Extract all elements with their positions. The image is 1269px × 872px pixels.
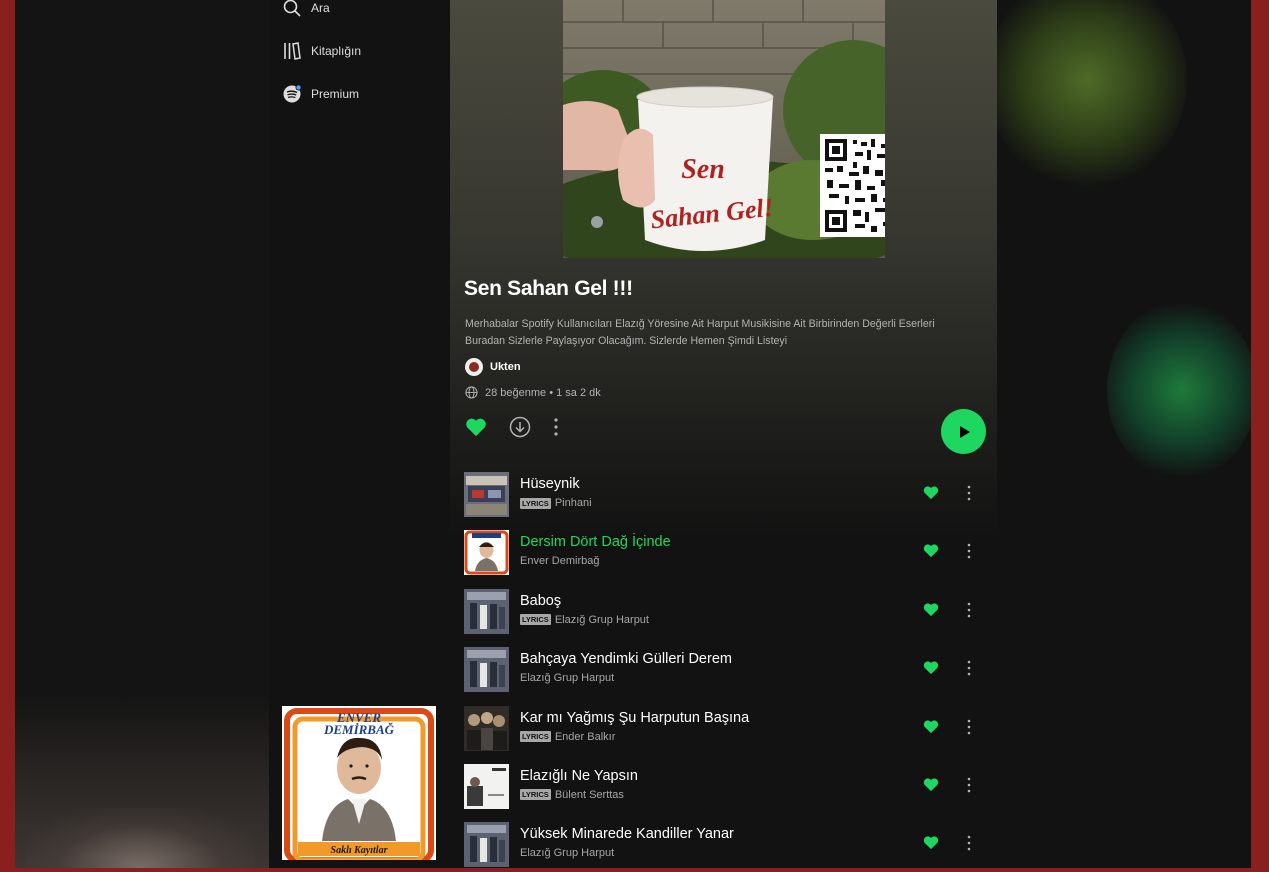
lyrics-badge: LYRICS <box>520 497 551 509</box>
spotify-premium-icon <box>283 84 302 103</box>
track-title: Bahçaya Yendimki Gülleri Derem <box>520 651 732 668</box>
track-thumbnail <box>464 472 509 517</box>
lyrics-badge: LYRICS <box>520 731 551 743</box>
track-row[interactable]: Dersim Dört Dağ İçinde Enver Demirbağ <box>464 530 994 588</box>
playlist-meta: 28 beğenme • 1 sa 2 dk <box>465 386 601 399</box>
sidebar: Ara Kitaplığın Premium ENVER DEMİRBAĞ Sa… <box>269 0 450 868</box>
likes-duration: 28 beğenme • 1 sa 2 dk <box>485 386 601 399</box>
playlist-description: Merhabalar Spotify Kullanıcıları Elazığ … <box>465 318 935 347</box>
owner-name: Ukten <box>490 361 521 373</box>
more-vertical-icon <box>554 418 558 436</box>
heart-icon[interactable] <box>923 602 939 617</box>
nav-search[interactable]: Ara <box>282 0 330 18</box>
track-artist[interactable]: Enver Demirbağ <box>520 555 599 567</box>
globe-icon <box>465 386 478 399</box>
download-button[interactable] <box>509 416 531 438</box>
heart-icon[interactable] <box>923 777 939 792</box>
playlist-actions <box>465 416 559 438</box>
more-vertical-icon[interactable] <box>967 835 971 851</box>
like-playlist-button[interactable] <box>465 417 487 437</box>
more-vertical-icon[interactable] <box>967 485 971 501</box>
play-icon <box>959 425 970 438</box>
track-title: Hüseynik <box>520 476 580 492</box>
track-thumbnail <box>464 647 509 693</box>
track-thumbnail <box>464 705 509 751</box>
track-row[interactable]: Elazığlı Ne Yapsın LYRICS Bülent Serttas <box>464 763 994 822</box>
green-glow <box>997 0 1187 190</box>
track-row[interactable]: Hüseynik LYRICS Pinhani <box>464 472 994 530</box>
track-list: Hüseynik LYRICS Pinhani Dersim Dört Dağ İ… <box>464 472 994 868</box>
search-icon <box>283 0 301 17</box>
track-thumbnail <box>464 763 509 809</box>
left-blurred-background <box>15 0 269 868</box>
track-title: Elazığlı Ne Yapsın <box>520 767 638 784</box>
lyrics-badge: LYRICS <box>520 789 551 801</box>
art-artist-line2: DEMİRBAĞ <box>323 722 395 737</box>
heart-icon[interactable] <box>923 835 939 850</box>
track-row[interactable]: Baboş LYRICS Elazığ Grup Harput <box>464 588 994 647</box>
track-title: Baboş <box>520 592 562 609</box>
right-blurred-background <box>997 0 1251 868</box>
track-row[interactable]: Bahçaya Yendimki Gülleri Derem Elazığ Gr… <box>464 647 994 705</box>
more-options-button[interactable] <box>553 417 559 437</box>
download-icon <box>509 416 531 438</box>
track-title: Kar mı Yağmış Şu Harputun Başına <box>520 709 750 726</box>
lyrics-badge: LYRICS <box>520 614 551 626</box>
more-vertical-icon[interactable] <box>967 543 971 559</box>
playlist-owner[interactable]: Ukten <box>465 358 521 376</box>
nav-library-label: Kitaplığın <box>311 44 362 58</box>
track-title: Yüksek Minarede Kandiller Yanar <box>520 826 734 843</box>
heart-icon[interactable] <box>923 543 939 558</box>
playlist-title: Sen Sahan Gel !!! <box>464 277 633 300</box>
cover-text-line1: Sen <box>681 154 725 185</box>
playlist-view: Sen Sahan Gel! Sen Sahan Gel !!! Merhaba… <box>450 0 997 868</box>
more-vertical-icon[interactable] <box>967 660 971 676</box>
track-artist[interactable]: Pinhani <box>555 497 592 509</box>
track-thumbnail <box>464 588 509 634</box>
avatar <box>465 358 483 376</box>
heart-icon <box>466 418 486 437</box>
play-button[interactable] <box>941 409 986 454</box>
heart-icon[interactable] <box>923 485 939 500</box>
nav-premium[interactable]: Premium <box>282 84 359 104</box>
track-artist[interactable]: Elazığ Grup Harput <box>520 847 614 859</box>
track-artist[interactable]: Elazığ Grup Harput <box>555 614 649 626</box>
track-artist[interactable]: Elazığ Grup Harput <box>520 672 614 684</box>
nav-library[interactable]: Kitaplığın <box>282 41 361 61</box>
more-vertical-icon[interactable] <box>967 602 971 618</box>
track-thumbnail <box>464 822 509 868</box>
track-artist[interactable]: Bülent Serttas <box>555 789 624 801</box>
library-icon <box>284 42 301 60</box>
nav-search-label: Ara <box>311 1 330 15</box>
nav-premium-label: Premium <box>311 87 360 101</box>
more-vertical-icon[interactable] <box>967 777 971 793</box>
art-footer: Saklı Kayıtlar <box>331 845 388 856</box>
track-artist[interactable]: Ender Balkır <box>555 731 616 743</box>
track-row[interactable]: Yüksek Minarede Kandiller Yanar Elazığ G… <box>464 822 994 868</box>
playlist-cover-image: Sen Sahan Gel! <box>563 0 885 258</box>
more-vertical-icon[interactable] <box>967 719 971 735</box>
track-title: Dersim Dört Dağ İçinde <box>520 534 671 551</box>
heart-icon[interactable] <box>923 719 939 734</box>
track-row[interactable]: Kar mı Yağmış Şu Harputun Başına LYRICS E… <box>464 705 994 764</box>
green-glow <box>1107 300 1251 480</box>
heart-icon[interactable] <box>923 660 939 675</box>
track-thumbnail <box>464 530 509 576</box>
now-playing-album-art[interactable]: ENVER DEMİRBAĞ Saklı Kayıtlar <box>282 706 436 860</box>
